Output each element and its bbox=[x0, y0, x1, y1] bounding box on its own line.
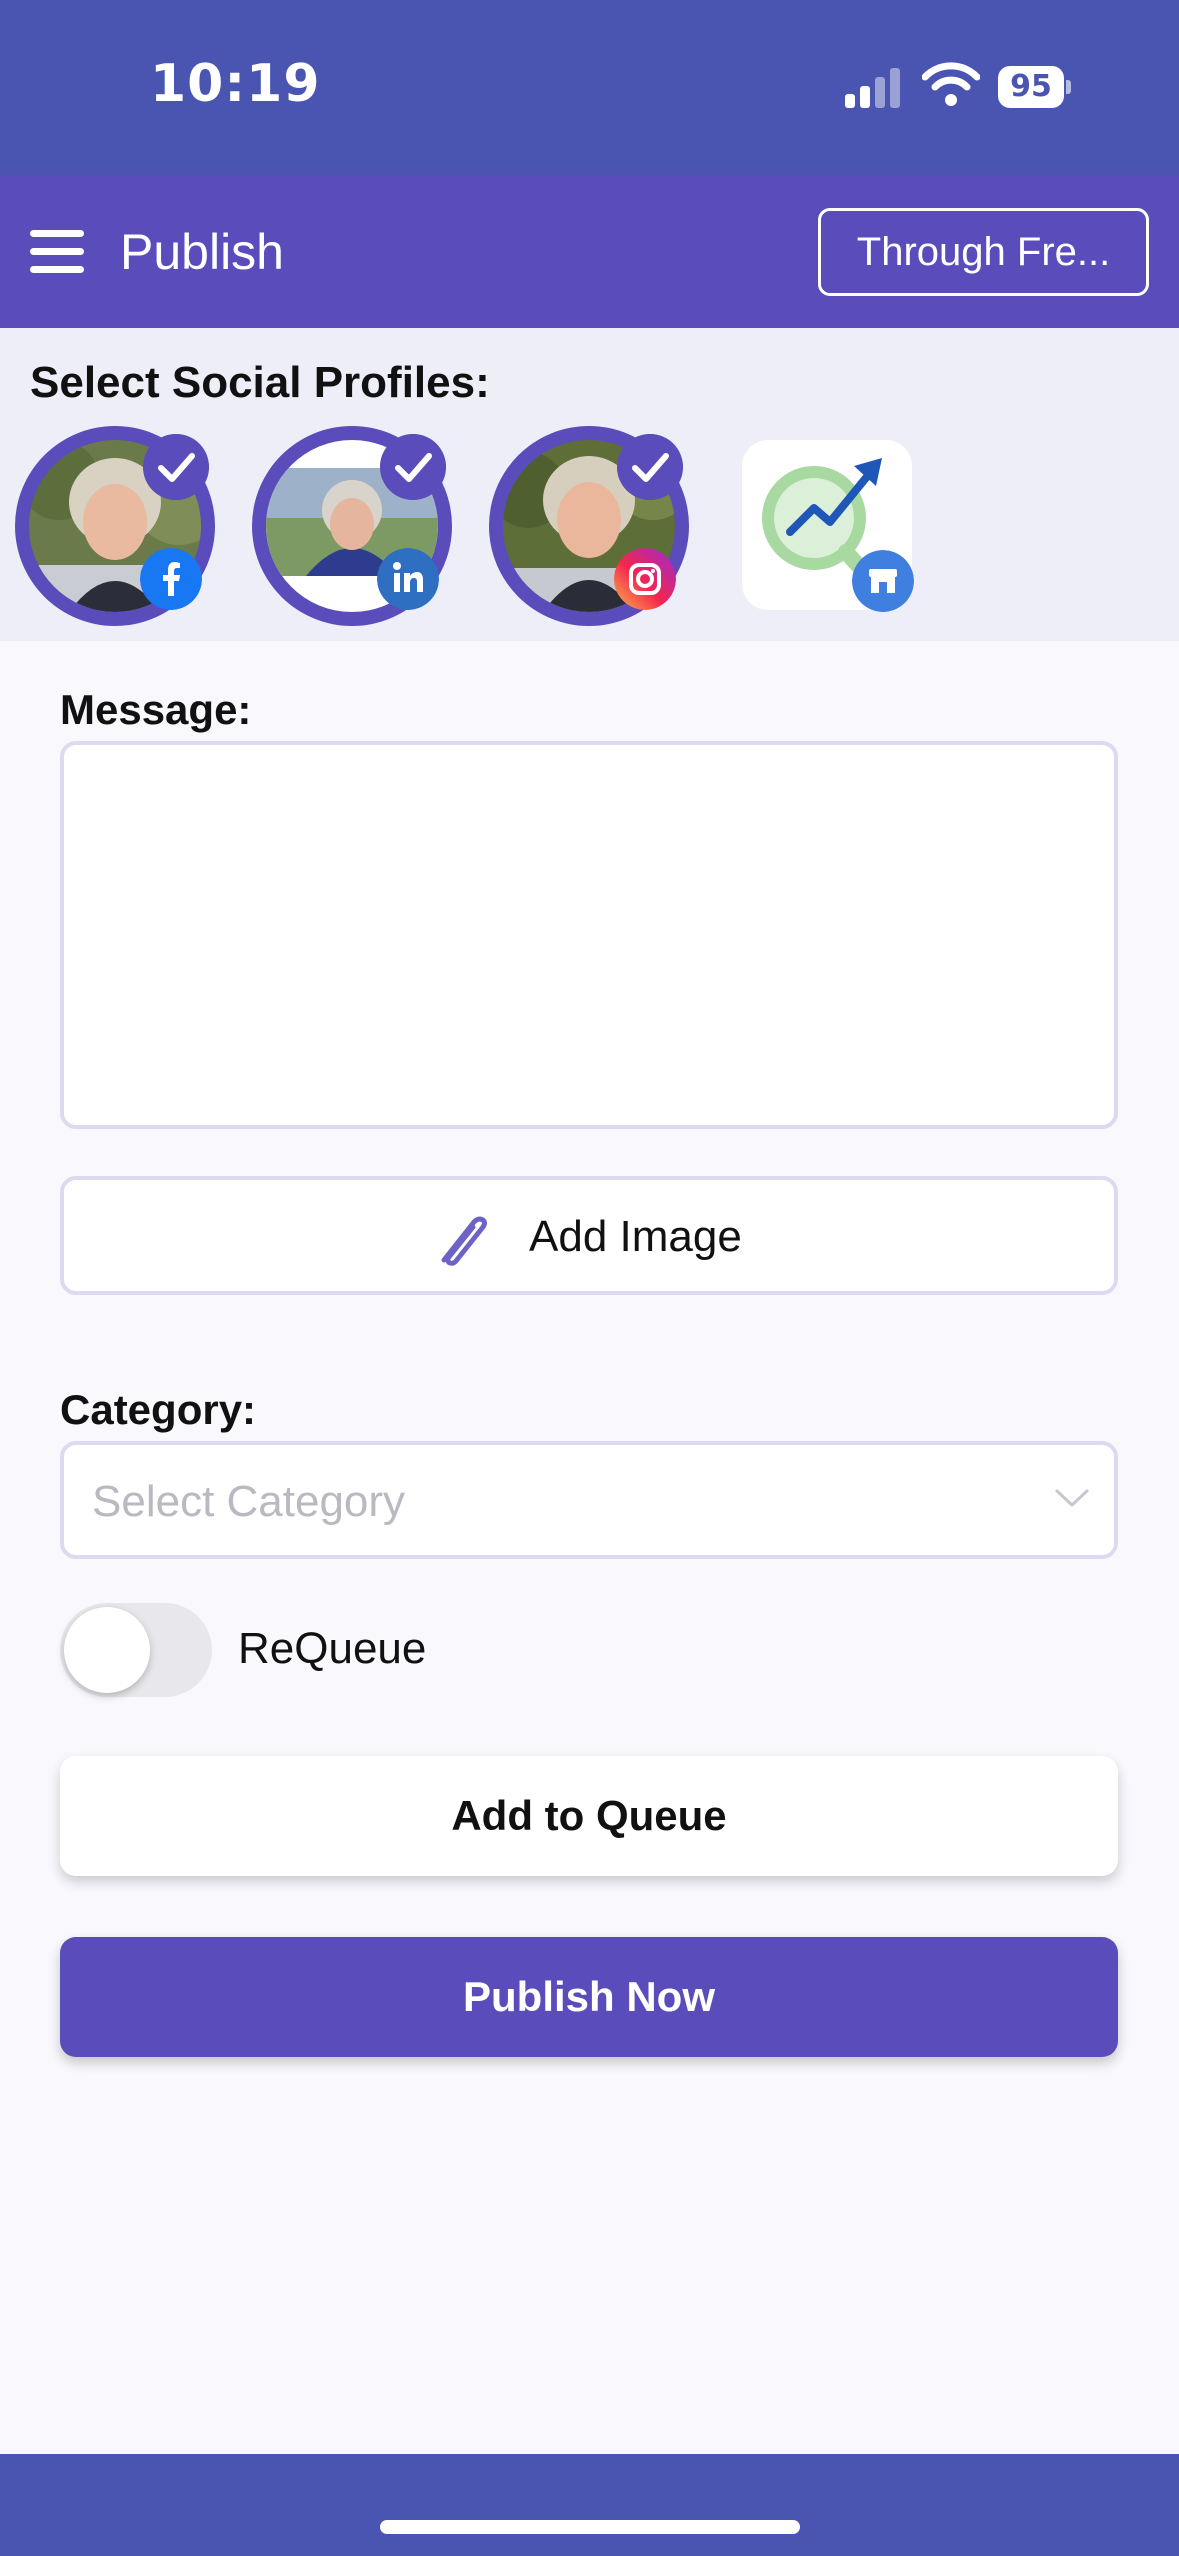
bottom-bar bbox=[0, 2454, 1179, 2556]
chevron-down-icon bbox=[1055, 1489, 1089, 1507]
profiles-label: Select Social Profiles: bbox=[30, 358, 490, 407]
selected-check-icon bbox=[380, 434, 446, 500]
category-placeholder: Select Category bbox=[92, 1477, 406, 1526]
status-time: 10:19 bbox=[150, 54, 321, 114]
account-selector-button[interactable]: Through Fre... bbox=[818, 208, 1149, 296]
page-title: Publish bbox=[120, 224, 284, 280]
social-profiles-section: Select Social Profiles: bbox=[0, 328, 1179, 641]
home-indicator[interactable] bbox=[380, 2520, 800, 2534]
selected-check-icon bbox=[617, 434, 683, 500]
hamburger-menu-icon[interactable] bbox=[30, 230, 86, 274]
selected-check-icon bbox=[143, 434, 209, 500]
add-to-queue-button[interactable]: Add to Queue bbox=[60, 1756, 1118, 1876]
toggle-knob bbox=[64, 1607, 150, 1693]
category-label: Category: bbox=[60, 1386, 257, 1433]
add-image-label: Add Image bbox=[529, 1212, 742, 1261]
instagram-icon bbox=[614, 548, 676, 610]
linkedin-icon bbox=[377, 548, 439, 610]
profile-linkedin[interactable] bbox=[252, 426, 452, 626]
battery-icon: 95 bbox=[998, 66, 1071, 108]
facebook-icon bbox=[140, 548, 202, 610]
profile-facebook[interactable] bbox=[15, 426, 215, 626]
publish-now-button[interactable]: Publish Now bbox=[60, 1937, 1118, 2057]
profile-google-business[interactable] bbox=[742, 440, 914, 612]
message-label: Message: bbox=[60, 686, 252, 733]
requeue-toggle[interactable] bbox=[60, 1603, 212, 1697]
add-image-button[interactable]: Add Image bbox=[60, 1176, 1118, 1295]
google-business-icon bbox=[852, 550, 914, 612]
cellular-signal-icon bbox=[845, 68, 900, 108]
profile-instagram[interactable] bbox=[489, 426, 689, 626]
status-bar: 10:19 95 bbox=[0, 0, 1179, 175]
requeue-label: ReQueue bbox=[238, 1624, 427, 1673]
battery-level: 95 bbox=[1010, 69, 1052, 104]
category-select[interactable]: Select Category bbox=[60, 1441, 1118, 1559]
message-input[interactable] bbox=[60, 741, 1118, 1129]
paperclip-icon bbox=[441, 1216, 487, 1266]
app-header: Publish Through Fre... bbox=[0, 175, 1179, 328]
wifi-icon bbox=[922, 62, 980, 106]
